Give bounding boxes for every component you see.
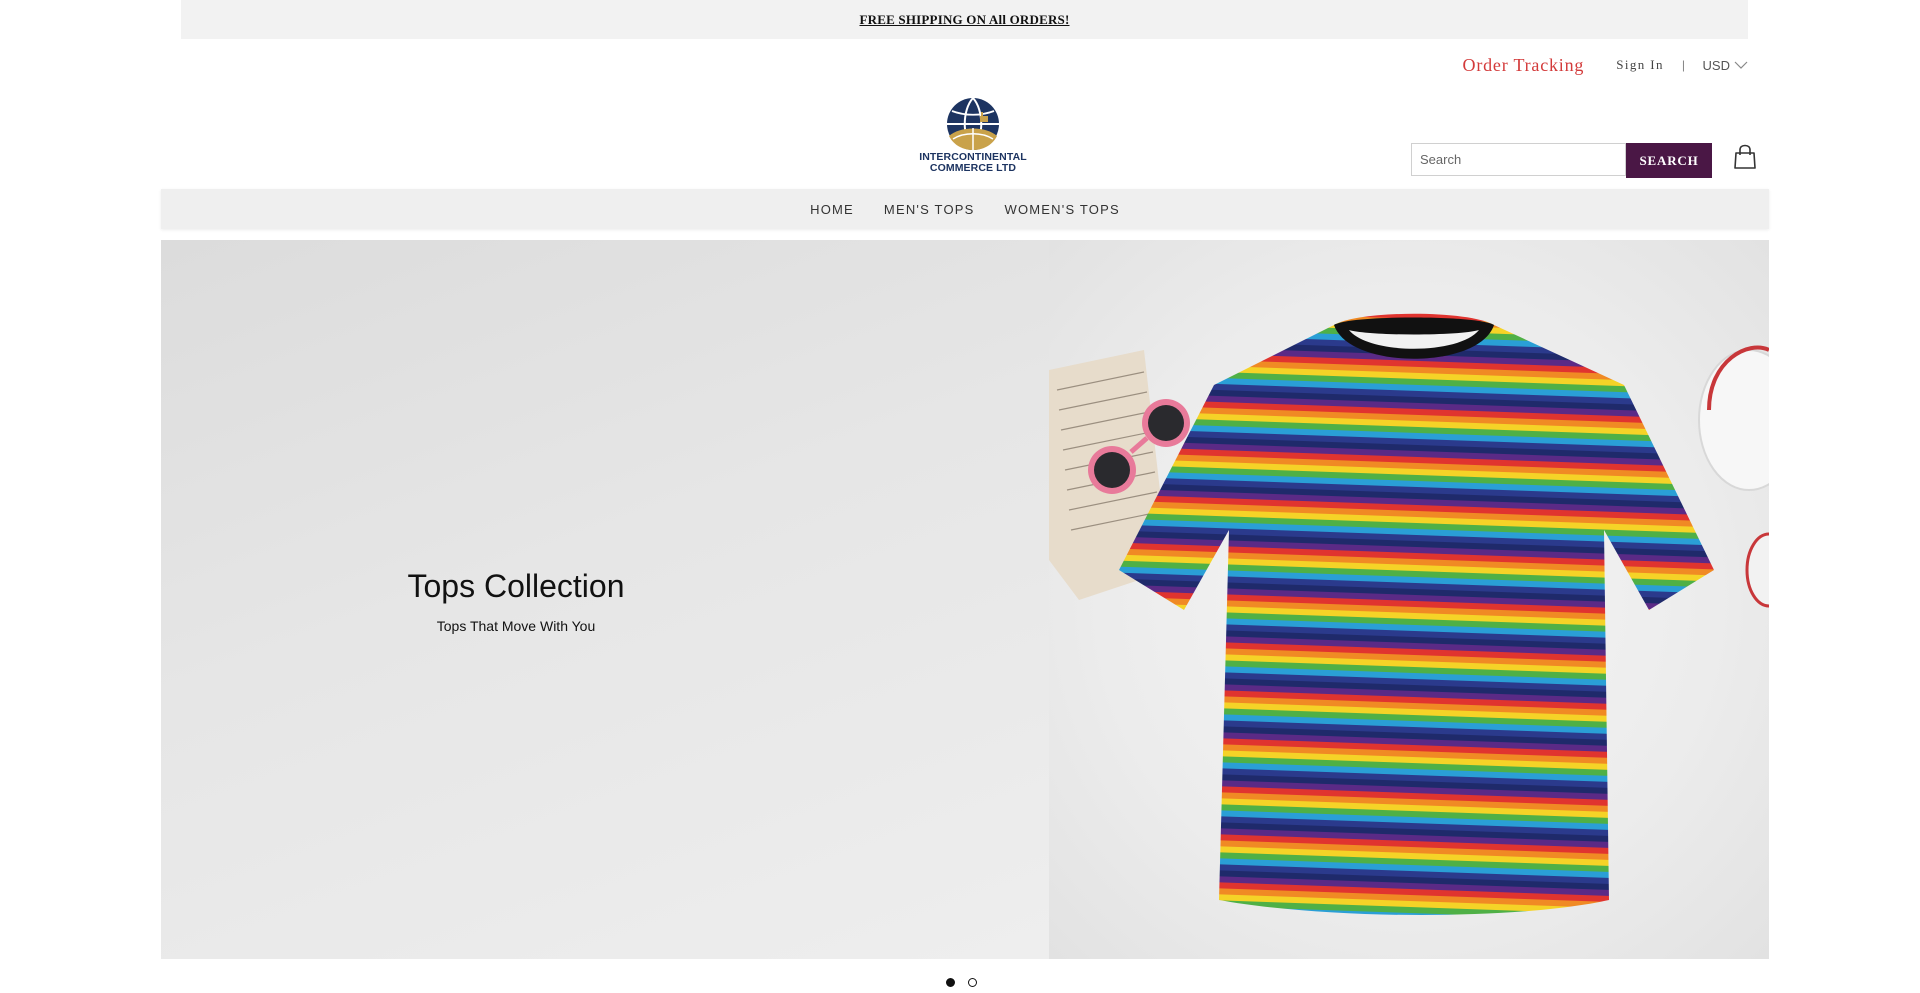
search-form: SEARCH [1411, 143, 1712, 178]
search-button[interactable]: SEARCH [1626, 143, 1712, 178]
top-links-divider: | [1681, 57, 1685, 72]
hero-text-panel: Tops Collection Tops That Move With You [161, 240, 1049, 959]
hero-title: Tops Collection [407, 568, 625, 604]
chevron-down-icon [1734, 61, 1748, 69]
promo-text[interactable]: FREE SHIPPING ON All ORDERS! [859, 12, 1069, 28]
top-links: Order Tracking Sign In | USD [1463, 52, 1748, 78]
currency-selector[interactable]: USD [1703, 58, 1748, 73]
promo-bar: FREE SHIPPING ON All ORDERS! [181, 0, 1748, 39]
search-input[interactable] [1411, 143, 1626, 176]
sign-in-link[interactable]: Sign In [1616, 57, 1664, 73]
logo-line-2: COMMERCE LTD [929, 162, 1017, 174]
slider-dot-1[interactable] [946, 978, 955, 987]
nav-item-mens-tops[interactable]: MEN'S TOPS [884, 202, 975, 217]
globe-logo-icon [947, 97, 999, 151]
striped-tshirt-image [1049, 313, 1769, 915]
order-tracking-link[interactable]: Order Tracking [1463, 55, 1585, 76]
hero-subtitle: Tops That Move With You [436, 618, 596, 634]
hero-banner[interactable]: Tops Collection Tops That Move With You [161, 240, 1769, 959]
site-logo[interactable]: INTERCONTINENTAL COMMERCE LTD [908, 96, 1038, 180]
slider-dots [946, 978, 977, 987]
shopping-bag-icon [1734, 144, 1756, 169]
nav-item-home[interactable]: HOME [810, 202, 854, 217]
currency-label: USD [1702, 57, 1730, 73]
hero-product-image [1049, 240, 1769, 959]
slider-dot-2[interactable] [968, 978, 977, 987]
main-nav: HOME MEN'S TOPS WOMEN'S TOPS [161, 189, 1769, 229]
cart-button[interactable] [1733, 144, 1757, 170]
nav-item-womens-tops[interactable]: WOMEN'S TOPS [1005, 202, 1120, 217]
